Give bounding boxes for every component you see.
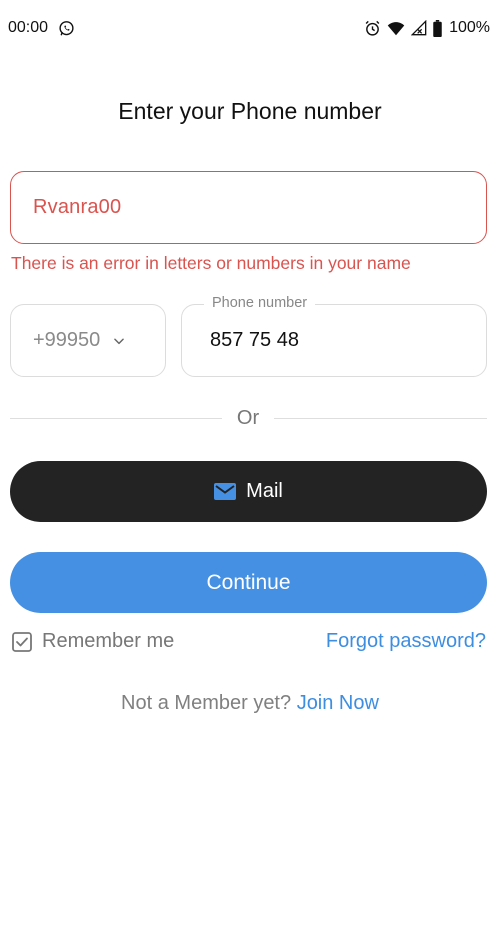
or-divider-text: Or: [236, 407, 260, 429]
remember-me-checkbox[interactable]: Remember me: [12, 630, 174, 653]
remember-me-label: Remember me: [42, 630, 175, 652]
phone-number-value: 857 75 48: [210, 329, 299, 351]
whatsapp-icon: [59, 21, 74, 36]
join-row: Not a Member yet? Join Now: [0, 692, 500, 715]
divider-line-right: [274, 418, 487, 419]
join-now-link[interactable]: Join Now: [297, 692, 379, 714]
phone-number-input[interactable]: Phone number 857 75 48: [181, 295, 487, 377]
login-screen: 00:00 100% Enter your Phone number Rvanr…: [0, 0, 500, 950]
chevron-down-icon: [114, 338, 125, 344]
forgot-password-link[interactable]: Forgot password?: [326, 630, 486, 653]
mail-button-label: Mail: [246, 480, 283, 502]
country-code-value: +99950: [33, 329, 101, 351]
alarm-icon: [365, 20, 380, 36]
mail-icon: [214, 483, 237, 500]
divider-line-left: [10, 418, 222, 419]
battery-icon: [433, 19, 442, 37]
mail-button[interactable]: Mail: [10, 461, 487, 522]
status-time: 00:00: [8, 19, 49, 36]
join-prompt-text: Not a Member yet?: [121, 692, 292, 714]
wifi-icon: [387, 21, 405, 35]
status-icons: 100%: [364, 19, 490, 37]
continue-button[interactable]: Continue: [10, 552, 487, 613]
signal-icon: [411, 20, 427, 36]
country-code-select[interactable]: +99950: [10, 304, 166, 377]
name-error-message: There is an error in letters or numbers …: [11, 253, 411, 273]
name-input[interactable]: Rvanra00: [10, 171, 487, 244]
name-input-value: Rvanra00: [33, 196, 122, 218]
battery-percent: 100%: [449, 19, 490, 36]
checkbox-checked-icon: [12, 631, 32, 652]
phone-number-label: Phone number: [204, 295, 316, 311]
page-title: Enter your Phone number: [118, 98, 382, 124]
status-bar: 00:00 100%: [0, 0, 500, 58]
continue-button-label: Continue: [206, 570, 291, 594]
